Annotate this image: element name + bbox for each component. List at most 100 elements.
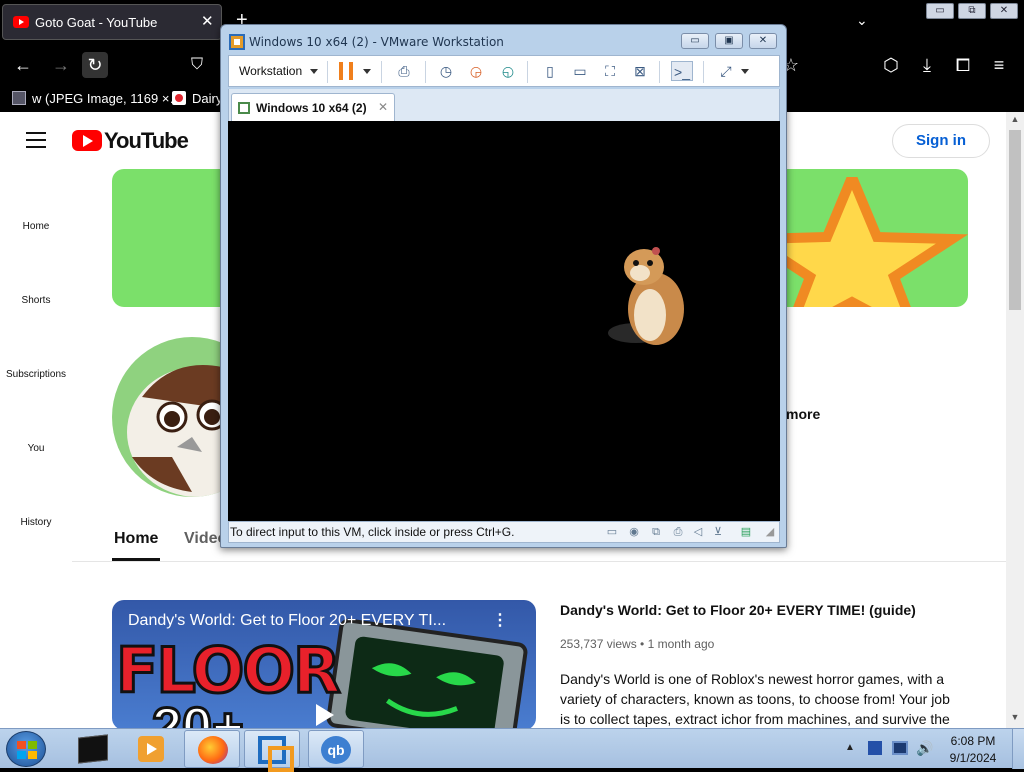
window-minimize-button[interactable]: ▭ [926, 3, 954, 19]
page-scrollbar[interactable]: ▲ ▼ [1006, 112, 1024, 728]
workstation-menu[interactable]: Workstation [239, 64, 302, 78]
youtube-favicon-icon [13, 16, 29, 28]
chevron-down-icon[interactable] [363, 69, 371, 74]
taskbar-item-qbittorrent[interactable]: qb [308, 730, 364, 768]
hamburger-menu-icon[interactable] [26, 132, 46, 148]
description-more-link[interactable]: more [786, 406, 820, 422]
vm-maximize-button[interactable]: ▣ [715, 33, 743, 49]
vmware-app-icon [229, 34, 245, 50]
volume-icon[interactable]: 🔊 [916, 740, 933, 757]
sidebar-item-home[interactable]: Home [0, 221, 72, 232]
sidebar-item-you[interactable]: You [0, 443, 72, 454]
vm-close-button[interactable]: ✕ [749, 33, 777, 49]
unity-icon[interactable]: ⊠ [629, 61, 651, 81]
tab-title: Goto Goat - YouTube [35, 15, 158, 30]
dairy-queen-icon [172, 91, 186, 105]
window-restore-button[interactable]: ⧉ [958, 3, 986, 19]
start-button[interactable] [6, 731, 46, 767]
toolbar-separator [703, 61, 704, 83]
tab-home[interactable]: Home [114, 530, 158, 548]
resize-grip-icon[interactable]: ◢ [763, 525, 777, 539]
play-icon[interactable] [316, 704, 334, 726]
display-tray-icon[interactable] [892, 741, 908, 755]
scroll-up-icon[interactable]: ▲ [1006, 114, 1024, 124]
single-window-icon[interactable]: ▭ [569, 61, 591, 81]
forward-icon[interactable]: → [48, 52, 74, 78]
tracking-protection-shield-icon[interactable]: ⛉ [184, 52, 210, 78]
browser-tab[interactable]: Goto Goat - YouTube ✕ [2, 4, 222, 40]
vm-running-icon [238, 102, 250, 114]
library-icon[interactable]: ▯ [539, 61, 561, 81]
thumbnail-title-overlay: Dandy's World: Get to Floor 20+ EVERY TI… [128, 612, 447, 629]
vm-tab[interactable]: Windows 10 x64 (2) ✕ [231, 93, 395, 121]
video-title[interactable]: Dandy's World: Get to Floor 20+ EVERY TI… [560, 602, 916, 618]
toolbar-separator [425, 61, 426, 83]
send-keys-icon[interactable]: ⎙ [393, 61, 415, 81]
bookmark-jpeg-image[interactable]: w (JPEG Image, 1169 ×… [32, 91, 182, 106]
reload-icon[interactable]: ↻ [82, 52, 108, 78]
pause-icon[interactable] [339, 62, 353, 80]
toolbar-separator [527, 61, 528, 83]
console-icon[interactable]: >_ [671, 61, 693, 81]
star-graphic-icon [782, 177, 968, 307]
show-hidden-icons-button[interactable]: ▲ [845, 742, 855, 753]
network-adapter-icon[interactable]: ⧉ [649, 525, 663, 539]
pocket-icon[interactable]: ⬡ [878, 52, 904, 78]
revert-snapshot-icon[interactable]: ◶ [465, 61, 487, 81]
vm-tab-label: Windows 10 x64 (2) [256, 101, 367, 115]
taskbar-item-terminal[interactable] [66, 730, 122, 768]
extensions-icon[interactable]: ⧠ [950, 52, 976, 78]
taskbar-item-vmware[interactable] [244, 730, 300, 772]
back-icon[interactable]: ← [10, 52, 36, 78]
video-thumbnail[interactable]: FLOOR 20+ Dandy's World: Get to Floor 20… [112, 600, 536, 728]
downloads-icon[interactable]: ⤓ [914, 52, 940, 78]
sound-card-icon[interactable]: ◁ [691, 525, 705, 539]
cd-rom-icon[interactable]: ◉ [627, 525, 641, 539]
vm-tab-close-icon[interactable]: ✕ [378, 100, 388, 114]
bookmark-dairy[interactable]: Dairy [192, 91, 222, 106]
taskbar-item-media-player[interactable] [124, 730, 180, 768]
vm-minimize-button[interactable]: ▭ [681, 33, 709, 49]
more-options-icon[interactable]: ⋮ [492, 610, 508, 630]
toolbar-separator [659, 61, 660, 83]
vm-status-text: To direct input to this VM, click inside… [230, 525, 515, 539]
vmware-toolbar: Workstation ⎙ ◷ ◶ ◵ ▯ ▭ ⛶ ⊠ >_ ⤢ [228, 55, 780, 87]
message-log-icon[interactable]: ▤ [739, 525, 753, 539]
app-menu-icon[interactable]: ≡ [986, 52, 1012, 78]
chevron-down-icon[interactable] [741, 69, 749, 74]
list-all-tabs-button[interactable]: ⌄ [856, 12, 868, 29]
sidebar-item-history[interactable]: History [0, 517, 72, 528]
qbittorrent-icon: qb [321, 736, 351, 764]
clock-date[interactable]: 9/1/2024 [940, 751, 1006, 765]
chevron-down-icon[interactable] [310, 69, 318, 74]
youtube-logo-text[interactable]: YouTube [104, 128, 189, 154]
terminal-icon [78, 734, 108, 764]
scroll-down-icon[interactable]: ▼ [1006, 712, 1024, 722]
monitor-screen [344, 635, 505, 728]
youtube-logo-icon[interactable] [72, 130, 102, 151]
sign-in-button[interactable]: Sign in [892, 124, 990, 158]
snapshot-manager-icon[interactable]: ◵ [497, 61, 519, 81]
vm-console-screen[interactable] [228, 121, 780, 521]
window-close-button[interactable]: ✕ [990, 3, 1018, 19]
taskbar-item-firefox[interactable] [184, 730, 240, 768]
stretch-icon[interactable]: ⤢ [715, 61, 737, 81]
sidebar-item-shorts[interactable]: Shorts [0, 295, 72, 306]
network-tray-icon[interactable] [868, 741, 882, 755]
toolbar-separator [381, 61, 382, 83]
firefox-icon [198, 736, 228, 764]
video-meta: 253,737 views • 1 month ago [560, 637, 715, 651]
vm-status-bar: To direct input to this VM, click inside… [228, 521, 780, 543]
clock-time[interactable]: 6:08 PM [940, 734, 1006, 748]
hard-disk-icon[interactable]: ▭ [605, 525, 619, 539]
vmware-window: Windows 10 x64 (2) - VMware Workstation … [220, 24, 787, 548]
usb-icon[interactable]: ⊻ [711, 525, 725, 539]
fullscreen-icon[interactable]: ⛶ [599, 61, 621, 81]
tab-close-icon[interactable]: ✕ [201, 12, 214, 30]
image-icon [12, 91, 26, 105]
show-desktop-button[interactable] [1012, 729, 1024, 769]
snapshot-icon[interactable]: ◷ [435, 61, 457, 81]
scrollbar-thumb[interactable] [1009, 130, 1021, 310]
printer-icon[interactable]: ⎙ [671, 525, 685, 539]
sidebar-item-subscriptions[interactable]: Subscriptions [0, 369, 72, 380]
